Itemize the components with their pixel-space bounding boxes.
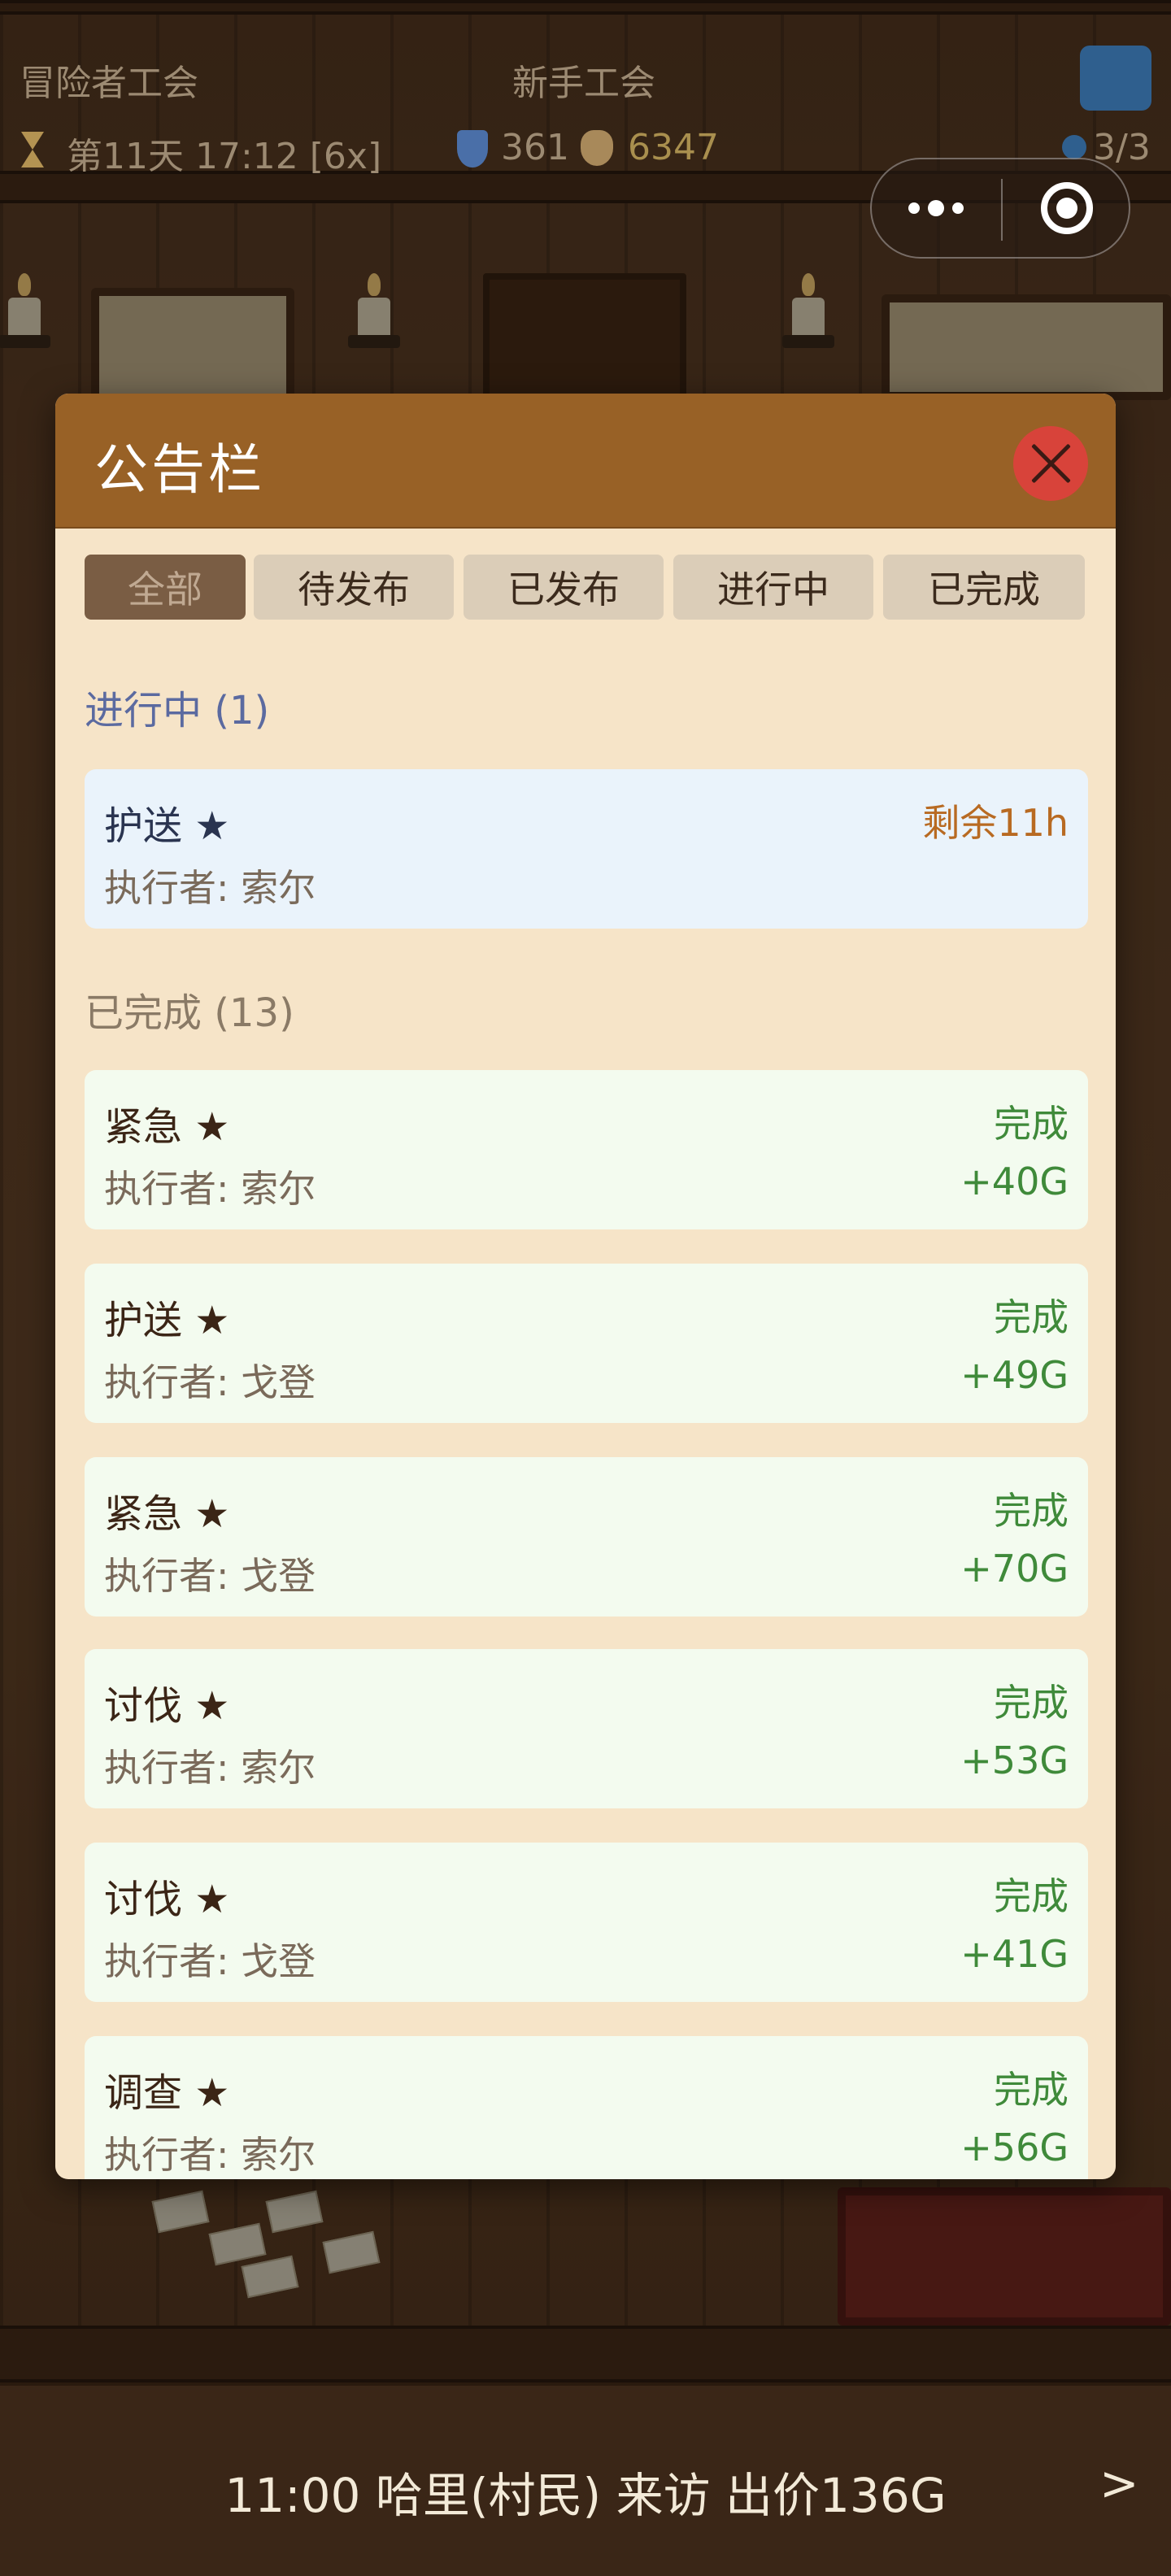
- quest-title: 护送 ★: [104, 803, 230, 849]
- completed-heading: 已完成 (13): [85, 990, 294, 1036]
- quest-status: 完成: [994, 1489, 1069, 1533]
- quest-card[interactable]: 讨伐 ★ 执行者: 戈登 完成 +41G: [85, 1843, 1088, 2002]
- quest-reward: +70G: [960, 1547, 1069, 1590]
- reputation-value: 361: [501, 127, 569, 168]
- tab-in-progress[interactable]: 进行中: [673, 555, 873, 620]
- quest-executor: 执行者: 戈登: [104, 1360, 316, 1404]
- quest-reward: +41G: [960, 1932, 1069, 1976]
- gold-value: 6347: [628, 127, 719, 168]
- quest-title: 讨伐 ★: [104, 1683, 230, 1729]
- close-icon[interactable]: [1013, 426, 1088, 501]
- quest-executor: 执行者: 戈登: [104, 1939, 316, 1983]
- guild-title: 冒险者工会: [20, 63, 198, 104]
- quest-status: 完成: [994, 1295, 1069, 1339]
- quest-title: 讨伐 ★: [104, 1877, 230, 1922]
- event-ticker[interactable]: 11:00 哈里(村民) 来访 出价136G >: [0, 2382, 1171, 2576]
- event-message: 11:00 哈里(村民) 来访 出价136G: [224, 2468, 947, 2523]
- bulletin-board-dialog: 公告栏 全部 待发布 已发布 进行中 已完成 进行中 (1) 护送 ★ 执行者:…: [55, 394, 1116, 2179]
- quest-card[interactable]: 紧急 ★ 执行者: 戈登 完成 +70G: [85, 1457, 1088, 1617]
- quest-time-remaining: 剩余11h: [922, 801, 1069, 845]
- quest-card[interactable]: 紧急 ★ 执行者: 索尔 完成 +40G: [85, 1070, 1088, 1229]
- quest-executor: 执行者: 索尔: [104, 2133, 316, 2177]
- in-progress-heading: 进行中 (1): [85, 688, 270, 733]
- quest-card[interactable]: 护送 ★ 执行者: 戈登 完成 +49G: [85, 1264, 1088, 1423]
- guild-rank: 新手工会: [512, 63, 655, 104]
- quest-status: 完成: [994, 1102, 1069, 1146]
- filter-tabs: 全部 待发布 已发布 进行中 已完成: [85, 555, 1086, 620]
- day-time: 第11天 17:12 [6x]: [67, 136, 382, 177]
- quest-title: 调查 ★: [104, 2070, 230, 2116]
- hourglass-icon: [21, 132, 44, 168]
- quest-card[interactable]: 护送 ★ 执行者: 索尔 剩余11h: [85, 769, 1088, 929]
- quest-card[interactable]: 讨伐 ★ 执行者: 索尔 完成 +53G: [85, 1649, 1088, 1808]
- tab-pending[interactable]: 待发布: [254, 555, 454, 620]
- tab-completed[interactable]: 已完成: [883, 555, 1085, 620]
- quest-reward: +56G: [960, 2126, 1069, 2169]
- dialog-title: 公告栏: [94, 438, 265, 501]
- target-icon[interactable]: [1003, 159, 1130, 257]
- tab-all[interactable]: 全部: [85, 555, 246, 620]
- tab-published[interactable]: 已发布: [464, 555, 664, 620]
- quest-card[interactable]: 调查 ★ 执行者: 索尔 完成 +56G: [85, 2036, 1088, 2179]
- quest-executor: 执行者: 索尔: [104, 1746, 316, 1790]
- quest-executor: 执行者: 戈登: [104, 1554, 316, 1598]
- quest-executor: 执行者: 索尔: [104, 866, 316, 910]
- quest-status: 完成: [994, 1874, 1069, 1918]
- quest-title: 紧急 ★: [104, 1104, 230, 1150]
- dialog-header: 公告栏: [55, 394, 1116, 529]
- person-icon: [1062, 135, 1086, 159]
- quest-reward: +40G: [960, 1160, 1069, 1203]
- quest-status: 完成: [994, 2068, 1069, 2112]
- money-bag-icon: [581, 130, 613, 166]
- guild-menu-icon[interactable]: [1080, 46, 1151, 111]
- next-event-button[interactable]: >: [1099, 2456, 1139, 2511]
- quest-reward: +49G: [960, 1353, 1069, 1397]
- quest-title: 护送 ★: [104, 1298, 230, 1343]
- shield-icon: [457, 130, 488, 168]
- miniprogram-capsule: [870, 158, 1130, 259]
- quest-title: 紧急 ★: [104, 1491, 230, 1537]
- quest-status: 完成: [994, 1681, 1069, 1725]
- quest-reward: +53G: [960, 1738, 1069, 1782]
- quest-executor: 执行者: 索尔: [104, 1167, 316, 1211]
- more-dots-icon[interactable]: [872, 159, 1000, 257]
